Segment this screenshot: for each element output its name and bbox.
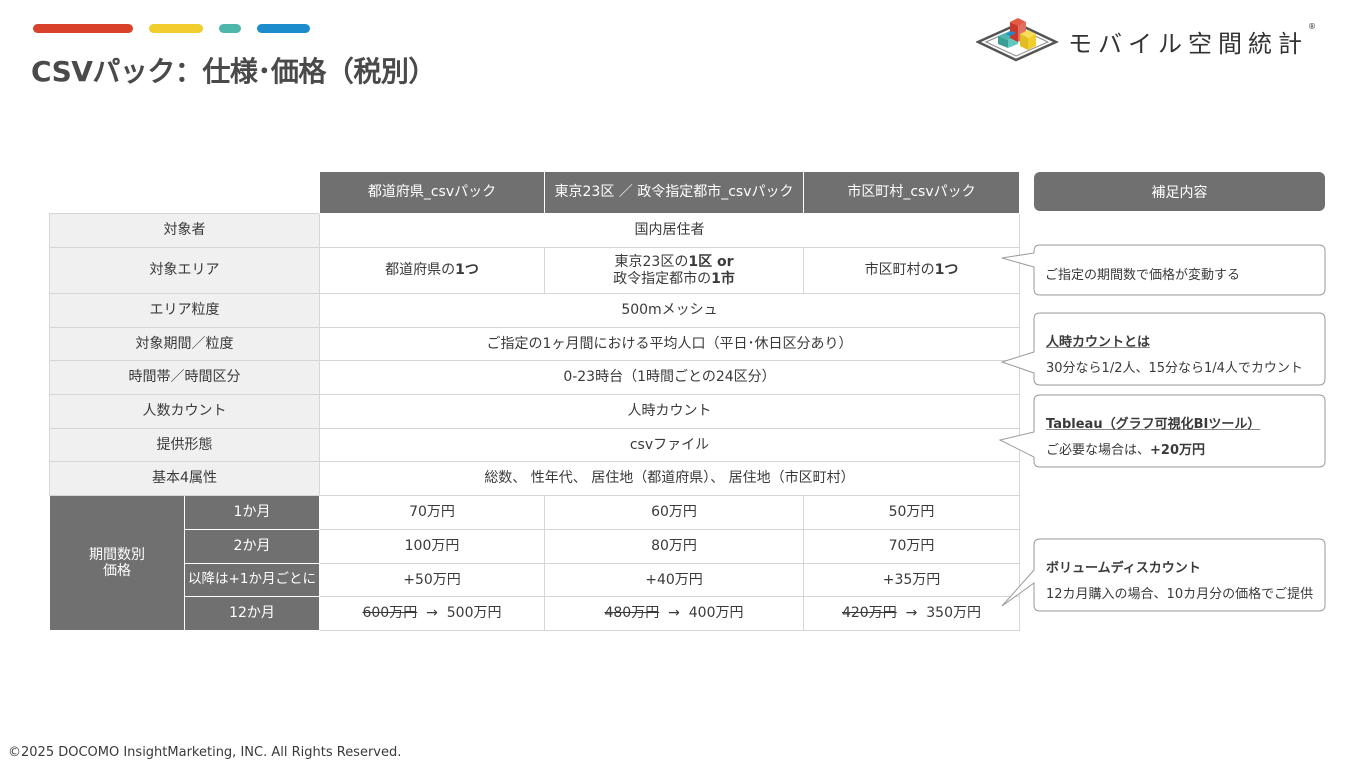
note-area-text: ご指定の期間数で価格が変動する — [1045, 268, 1241, 283]
note-count-title: 人時カウントとは — [1046, 335, 1151, 350]
copyright: ©2025 DOCOMO InsightMarketing, INC. All … — [8, 745, 402, 760]
callout-bubbles — [998, 244, 1326, 612]
note-volume-title: ボリュームディスカウント — [1046, 561, 1201, 576]
note-volume-body: 12カ月購入の場合、10カ月分の価格でご提供 — [1046, 587, 1314, 602]
note-tableau-body: ご必要な場合は、+20万円 — [1046, 443, 1205, 458]
note-count-body: 30分なら1/2人、15分なら1/4人でカウント — [1046, 361, 1303, 376]
note-tableau-title: Tableau（グラフ可視化BIツール） — [1046, 417, 1261, 432]
